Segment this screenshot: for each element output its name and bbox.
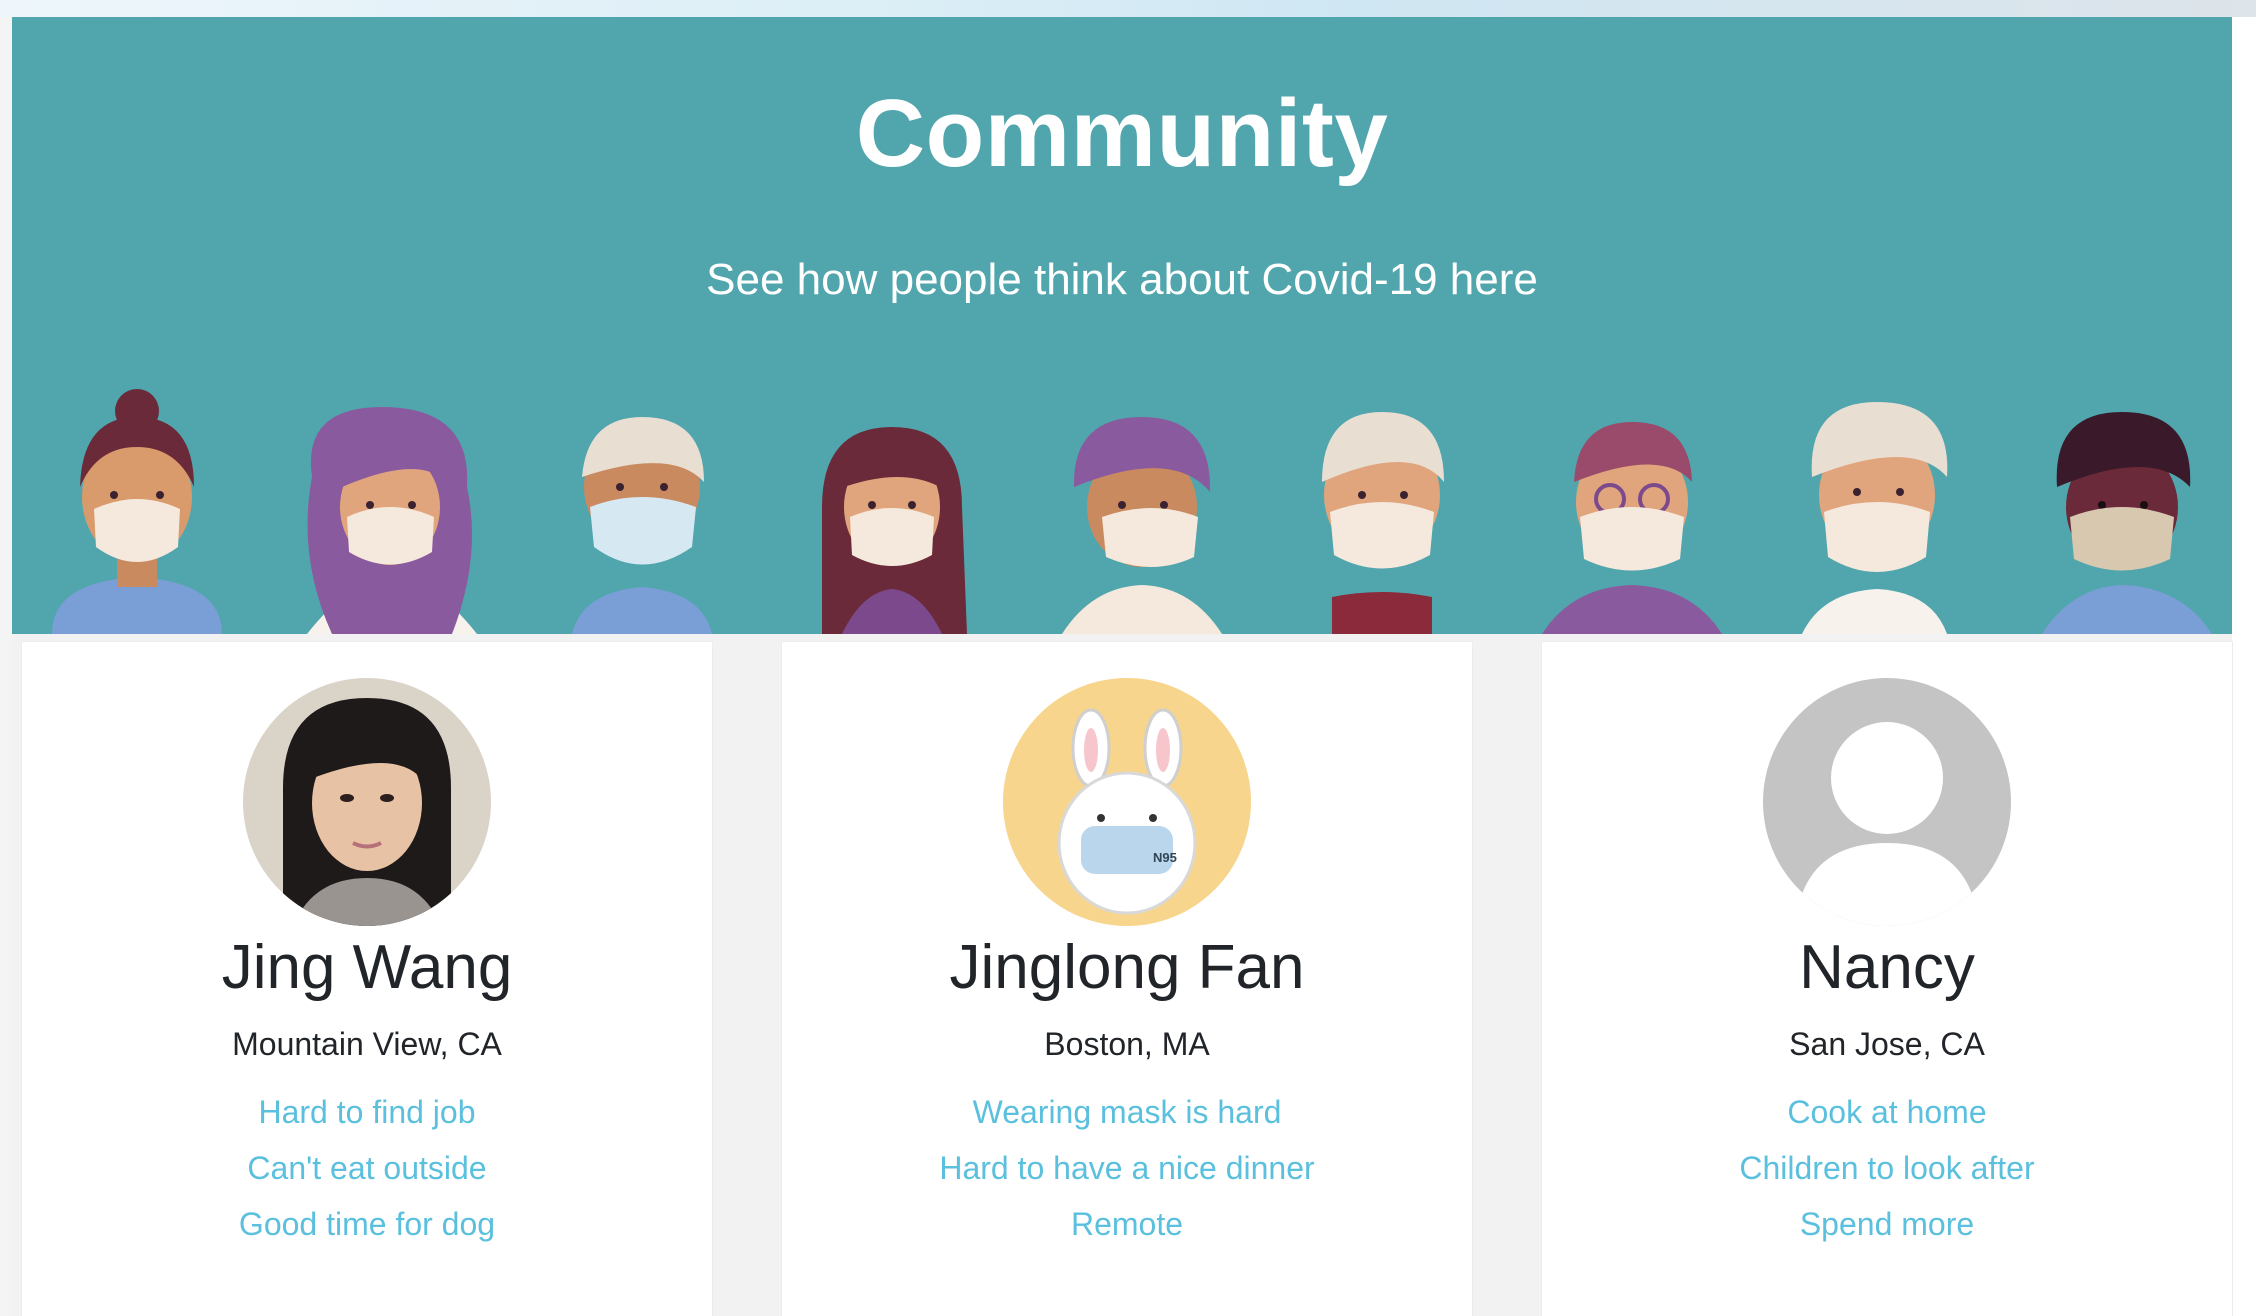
community-banner: Community See how people think about Cov… <box>12 17 2232 634</box>
person-9-figure <box>2042 412 2212 634</box>
svg-text:N95: N95 <box>1153 850 1177 865</box>
page-title: Community <box>855 80 1389 187</box>
browser-top-strip <box>0 0 2256 17</box>
profile-location: San Jose, CA <box>1789 1026 1985 1062</box>
person-4-figure <box>822 427 967 634</box>
thoughts-list: Cook at home Children to look after Spen… <box>1542 1084 2232 1252</box>
thought-link[interactable]: Children to look after <box>1542 1140 2232 1196</box>
bunny-mask-avatar: N95 <box>1003 678 1251 926</box>
profile-name: Jinglong Fan <box>949 933 1305 1002</box>
person-6-figure <box>1322 412 1444 634</box>
thought-link[interactable]: Wearing mask is hard <box>782 1084 1472 1140</box>
profile-photo-avatar <box>243 678 491 926</box>
profile-card: Nancy San Jose, CA Cook at home Children… <box>1542 642 2232 1316</box>
person-5-figure <box>1062 417 1222 634</box>
profile-card: Jing Wang Mountain View, CA Hard to find… <box>22 642 712 1316</box>
thought-link[interactable]: Hard to find job <box>22 1084 712 1140</box>
thought-link[interactable]: Cook at home <box>1542 1084 2232 1140</box>
right-gutter <box>2232 17 2256 1316</box>
thought-link[interactable]: Can't eat outside <box>22 1140 712 1196</box>
thought-link[interactable]: Good time for dog <box>22 1196 712 1252</box>
profile-cards: Jing Wang Mountain View, CA Hard to find… <box>12 634 2232 1316</box>
default-user-icon <box>1763 678 2011 926</box>
thoughts-list: Hard to find job Can't eat outside Good … <box>22 1084 712 1252</box>
profile-name: Jing Wang <box>221 933 513 1002</box>
profile-location: Mountain View, CA <box>232 1026 502 1062</box>
profile-location: Boston, MA <box>1044 1026 1210 1062</box>
left-gutter <box>0 17 12 1316</box>
thoughts-list: Wearing mask is hard Hard to have a nice… <box>782 1084 1472 1252</box>
profile-name: Nancy <box>1799 933 1975 1002</box>
profile-card: N95 Jinglong Fan Boston, MA Wearing mask… <box>782 642 1472 1316</box>
person-8-figure <box>1802 402 1948 634</box>
person-1-figure <box>52 389 222 634</box>
masked-people-illustration <box>52 389 2212 634</box>
person-7-figure <box>1542 422 1722 634</box>
person-2-figure <box>307 407 477 634</box>
person-3-figure <box>572 417 712 634</box>
thought-link[interactable]: Remote <box>782 1196 1472 1252</box>
page-subtitle: See how people think about Covid-19 here <box>706 255 1538 304</box>
thought-link[interactable]: Spend more <box>1542 1196 2232 1252</box>
thought-link[interactable]: Hard to have a nice dinner <box>782 1140 1472 1196</box>
